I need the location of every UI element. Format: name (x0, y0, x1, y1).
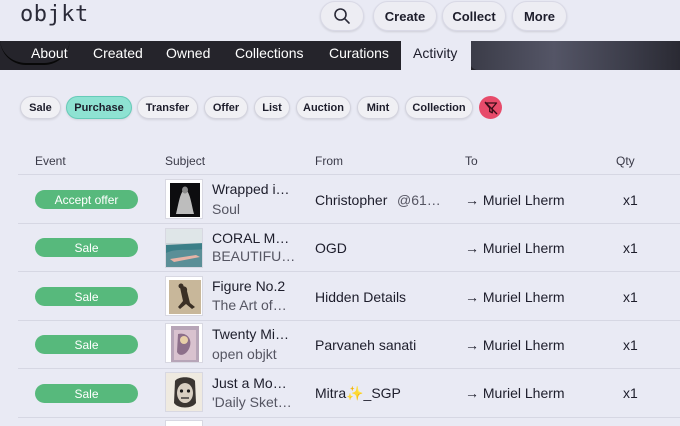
event-badge: Sale (35, 335, 138, 354)
table-row[interactable]: Accept offer Wrapped i… Soul Christopher… (0, 175, 680, 223)
artwork-thumbnail[interactable] (165, 420, 203, 426)
tab-created[interactable]: Created (93, 45, 143, 61)
subject-collection[interactable]: 'Daily Sket… (212, 394, 292, 410)
row-divider (18, 417, 680, 418)
quantity: x1 (623, 337, 638, 353)
search-icon (334, 8, 350, 24)
artwork-thumbnail[interactable] (165, 179, 203, 219)
filter-mint[interactable]: Mint (357, 96, 399, 119)
subject-title[interactable]: Wrapped i… (212, 181, 290, 197)
subject-title[interactable]: Just a Mo… (212, 375, 287, 391)
quantity: x1 (623, 192, 638, 208)
filter-offer[interactable]: Offer (204, 96, 248, 119)
filter-list[interactable]: List (254, 96, 290, 119)
tab-owned[interactable]: Owned (166, 45, 210, 61)
event-badge: Sale (35, 238, 138, 257)
filter-clear-icon (484, 101, 497, 114)
tab-collections[interactable]: Collections (235, 45, 303, 61)
column-header-from: From (315, 154, 343, 168)
table-row[interactable]: Sale Figure No.2 The Art of… Hidden Deta… (0, 272, 680, 320)
clear-filter-button[interactable] (479, 96, 502, 119)
arrow-right-icon: → (465, 289, 479, 305)
more-button[interactable]: More (512, 1, 567, 31)
filter-auction[interactable]: Auction (296, 96, 351, 119)
to-user[interactable]: → Muriel Lherm (465, 337, 565, 353)
collect-button[interactable]: Collect (442, 1, 506, 31)
banner-image (470, 41, 680, 70)
event-badge: Sale (35, 384, 138, 403)
from-user[interactable]: Mitra✨_SGP (315, 385, 401, 402)
to-user-name: Muriel Lherm (482, 289, 565, 305)
to-user-name: Muriel Lherm (482, 240, 565, 256)
table-row[interactable]: Sale Just a Mo… 'Daily Sket… Mitra✨_SGP … (0, 369, 680, 417)
filter-purchase[interactable]: Purchase (66, 96, 132, 119)
quantity: x1 (623, 385, 638, 401)
column-header-qty: Qty (616, 154, 635, 168)
event-badge: Sale (35, 287, 138, 306)
from-user[interactable]: Christopher (315, 192, 387, 208)
subject-collection[interactable]: Soul (212, 201, 240, 217)
subject-collection[interactable]: open objkt (212, 346, 277, 362)
arrow-right-icon: → (465, 240, 479, 256)
subject-collection[interactable]: BEAUTIFU… (212, 248, 295, 264)
column-header-to: To (465, 154, 478, 168)
from-handle[interactable]: @61… (397, 192, 441, 208)
subject-title[interactable]: Twenty Mi… (212, 326, 289, 342)
to-user[interactable]: → Muriel Lherm (465, 192, 565, 208)
from-user[interactable]: OGD (315, 240, 347, 256)
to-user[interactable]: → Muriel Lherm (465, 289, 565, 305)
subject-collection[interactable]: The Art of… (212, 297, 287, 313)
to-user-name: Muriel Lherm (482, 192, 565, 208)
filter-sale[interactable]: Sale (20, 96, 61, 119)
to-user[interactable]: → Muriel Lherm (465, 240, 565, 256)
artwork-thumbnail[interactable] (165, 228, 203, 268)
to-user-name: Muriel Lherm (482, 337, 565, 353)
subject-title[interactable]: Figure No.2 (212, 278, 285, 294)
artwork-thumbnail[interactable] (165, 276, 203, 316)
top-bar: objkt Create Collect More (0, 0, 680, 42)
table-row[interactable]: Sale Twenty Mi… open objkt Parvaneh sana… (0, 321, 680, 369)
arrow-right-icon: → (465, 385, 479, 401)
artwork-thumbnail[interactable] (165, 323, 203, 363)
arrow-right-icon: → (465, 192, 479, 208)
profile-tab-bar: About Created Owned Collections Curation… (0, 41, 680, 70)
subject-title[interactable]: CORAL M… (212, 230, 289, 246)
quantity: x1 (623, 289, 638, 305)
tab-about[interactable]: About (31, 45, 68, 61)
from-user[interactable]: Parvaneh sanati (315, 337, 416, 353)
table-row[interactable]: Sale CORAL M… BEAUTIFU… OGD → Muriel Lhe… (0, 224, 680, 272)
from-user[interactable]: Hidden Details (315, 289, 406, 305)
quantity: x1 (623, 240, 638, 256)
column-header-event: Event (35, 154, 66, 168)
artwork-thumbnail[interactable] (165, 372, 203, 412)
to-user-name: Muriel Lherm (482, 385, 565, 401)
filter-transfer[interactable]: Transfer (137, 96, 198, 119)
to-user[interactable]: → Muriel Lherm (465, 385, 565, 401)
tab-activity[interactable]: Activity (413, 45, 457, 61)
search-button[interactable] (320, 1, 364, 31)
event-badge: Accept offer (35, 190, 138, 209)
arrow-right-icon: → (465, 337, 479, 353)
filter-collection[interactable]: Collection (405, 96, 473, 119)
column-header-subject: Subject (165, 154, 206, 168)
create-button[interactable]: Create (373, 1, 437, 31)
tab-curations[interactable]: Curations (329, 45, 389, 61)
logo[interactable]: objkt (20, 2, 89, 27)
